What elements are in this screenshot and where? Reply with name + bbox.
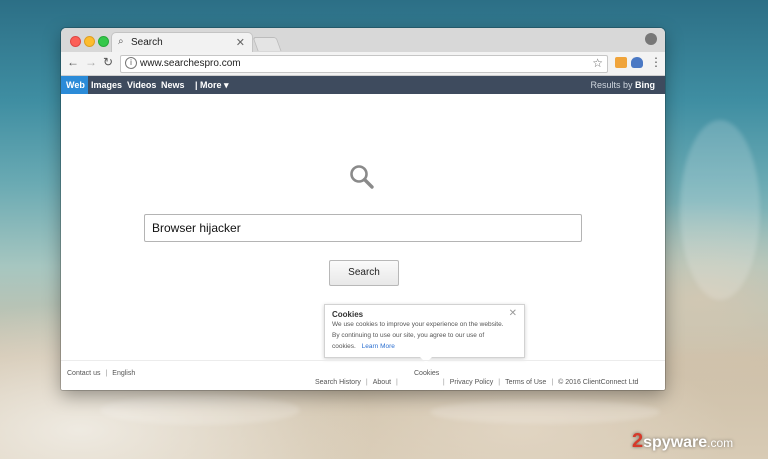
- maximize-window-button[interactable]: [98, 36, 109, 47]
- close-window-button[interactable]: [70, 36, 81, 47]
- new-tab-button[interactable]: [252, 37, 282, 51]
- profile-icon[interactable]: [645, 33, 657, 45]
- tab-search[interactable]: ⌕ Search ✕: [111, 32, 253, 53]
- tab-strip: ⌕ Search ✕: [61, 28, 665, 53]
- watermark-number: 2: [632, 430, 644, 452]
- footer-divider: [61, 360, 665, 361]
- cookie-text-line: By continuing to use our site, you agree…: [332, 332, 485, 339]
- watermark-brand: spyware: [643, 434, 708, 451]
- nav-more-dropdown[interactable]: | More ▾: [195, 80, 229, 91]
- cookie-text-prefix: cookies.: [332, 343, 356, 350]
- contact-us-link[interactable]: Contact us: [67, 370, 100, 377]
- bing-logo: Bing: [635, 80, 655, 90]
- water-ripple: [680, 120, 760, 300]
- nav-tab-videos[interactable]: Videos: [127, 80, 156, 90]
- watermark-suffix: .com: [707, 436, 734, 450]
- search-button[interactable]: Search: [329, 260, 399, 286]
- footer-separator: |: [498, 379, 501, 386]
- footer-separator: |: [396, 379, 398, 386]
- reload-icon[interactable]: ↻: [103, 55, 113, 69]
- footer-separator: |: [551, 379, 554, 386]
- search-input[interactable]: Browser hijacker: [144, 214, 582, 242]
- nav-tab-web-label: Web: [66, 80, 85, 90]
- nav-tab-images[interactable]: Images: [91, 80, 122, 90]
- footer-separator: |: [442, 379, 445, 386]
- water-ripple: [100, 395, 300, 425]
- tab-title: Search: [131, 37, 163, 48]
- footer-cookies-link[interactable]: Cookies: [414, 370, 439, 377]
- back-arrow-icon[interactable]: ←: [67, 55, 79, 69]
- about-link[interactable]: About: [373, 379, 391, 386]
- results-by-bing: Results by Bing: [590, 80, 655, 90]
- cookie-notice: Cookies ✕ We use cookies to improve your…: [324, 304, 525, 363]
- search-magnifier-icon: [350, 165, 374, 189]
- footer-separator: |: [105, 370, 108, 377]
- forward-arrow-icon[interactable]: →: [85, 55, 97, 69]
- shield-extension-icon[interactable]: [631, 57, 643, 68]
- search-input-value: Browser hijacker: [152, 221, 241, 235]
- footer-left-links: Contact us | English: [67, 370, 135, 377]
- water-ripple: [430, 400, 660, 424]
- 2spyware-watermark: 2spyware.com: [632, 430, 733, 453]
- nav-tab-news[interactable]: News: [161, 80, 185, 90]
- browser-window: ⌕ Search ✕ ← → ↻ i www.searchespro.com ☆…: [61, 28, 665, 390]
- address-bar[interactable]: i www.searchespro.com ☆: [120, 55, 608, 73]
- cookie-close-icon[interactable]: ✕: [509, 308, 517, 319]
- folder-extension-icon[interactable]: [615, 57, 627, 68]
- learn-more-link[interactable]: Learn More: [358, 343, 395, 350]
- menu-kebab-icon[interactable]: ⋮: [650, 55, 662, 69]
- nav-tab-web[interactable]: Web: [61, 76, 88, 94]
- search-history-link[interactable]: Search History: [315, 379, 361, 386]
- minimize-window-button[interactable]: [84, 36, 95, 47]
- results-by-label: Results by: [590, 80, 633, 90]
- page-content: Browser hijacker Search Cookies ✕ We use…: [61, 94, 665, 390]
- browser-toolbar: ← → ↻ i www.searchespro.com ☆ ⋮: [61, 52, 665, 76]
- cookie-text-line: We use cookies to improve your experienc…: [332, 321, 504, 328]
- info-icon[interactable]: i: [125, 57, 137, 69]
- footer-separator: |: [365, 379, 368, 386]
- address-url[interactable]: www.searchespro.com: [140, 58, 241, 69]
- cookie-text-line-last: cookies. Learn More: [332, 343, 395, 350]
- terms-of-use-link[interactable]: Terms of Use: [505, 379, 546, 386]
- footer-right-links: Search History | About | | Privacy Policy | Ter…: [315, 379, 638, 386]
- privacy-policy-link[interactable]: Privacy Policy: [450, 379, 494, 386]
- cookie-notice-title: Cookies: [332, 310, 364, 319]
- language-link[interactable]: English: [112, 370, 135, 377]
- bookmark-star-icon[interactable]: ☆: [592, 56, 603, 70]
- search-icon: ⌕: [118, 36, 124, 47]
- close-tab-icon[interactable]: ✕: [236, 36, 245, 49]
- copyright-text: © 2016 ClientConnect Ltd: [558, 379, 639, 386]
- search-nav-bar: Web Images Videos News | More ▾ Results …: [61, 76, 665, 94]
